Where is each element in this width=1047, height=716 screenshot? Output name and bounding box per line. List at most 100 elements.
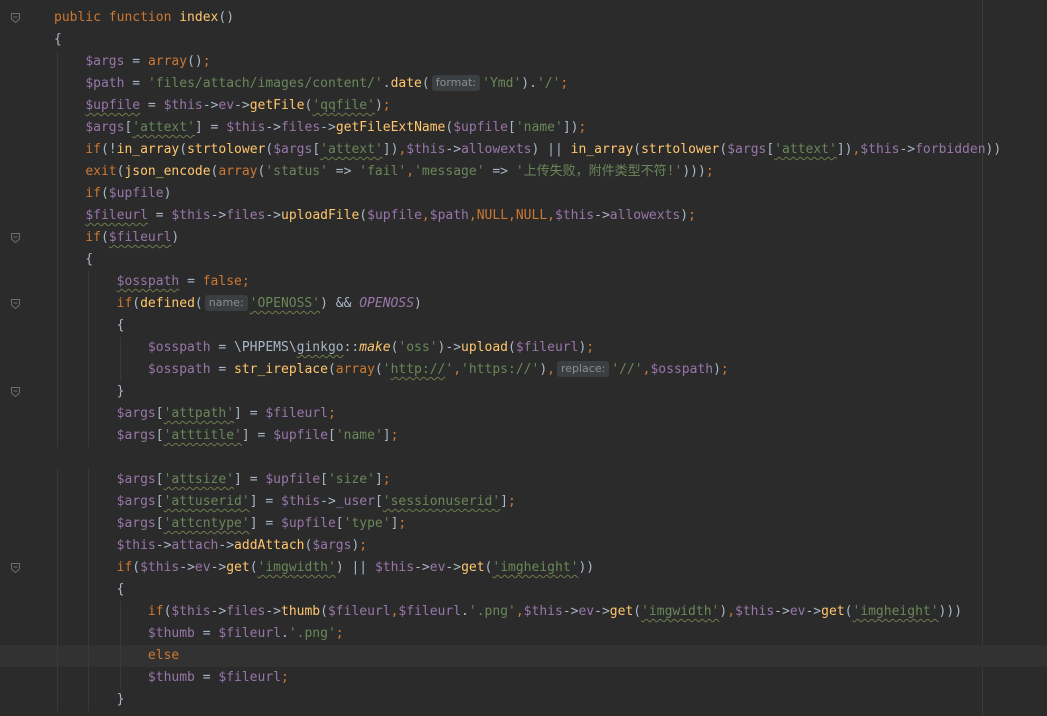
code-token: attach	[171, 538, 219, 553]
code-token: (	[194, 296, 203, 311]
code-line[interactable]: $thumb = $fileurl.'.png';	[0, 623, 1047, 645]
code-line[interactable]: $args['attpath'] = $fileurl;	[0, 403, 1047, 425]
code-text: {	[54, 579, 125, 601]
code-token: ev	[429, 560, 446, 575]
code-token: str_ireplace	[234, 362, 328, 377]
code-token: ;	[508, 494, 516, 509]
fold-marker-icon[interactable]	[11, 387, 20, 397]
code-token: =	[140, 98, 164, 113]
code-token: =>	[484, 164, 516, 179]
code-text: if(defined(name: 'OPENOSS') && OPENOSS)	[54, 293, 422, 315]
code-token: $osspath	[116, 274, 180, 289]
code-token: date	[390, 76, 422, 91]
code-token: ;	[578, 120, 587, 135]
code-token: ))	[578, 560, 595, 575]
code-line[interactable]: $this->attach->addAttach($args);	[0, 535, 1047, 557]
code-token: $this	[555, 208, 595, 223]
code-token: (	[100, 230, 109, 245]
code-line[interactable]: {	[0, 29, 1047, 51]
code-line[interactable]: if($this->ev->get('imgwidth') || $this->…	[0, 557, 1047, 579]
code-token: ->	[210, 208, 227, 223]
code-token: )	[539, 362, 548, 377]
code-token: (	[508, 340, 516, 355]
code-line[interactable]: $args['attsize'] = $upfile['size'];	[0, 469, 1047, 491]
fold-marker-icon[interactable]	[11, 233, 20, 243]
code-token: ev	[218, 98, 235, 113]
fold-marker-icon[interactable]	[11, 299, 20, 309]
code-token: $args	[727, 142, 767, 157]
fold-marker-icon[interactable]	[11, 13, 20, 23]
code-area[interactable]: public function index(){ $args = array()…	[0, 7, 1047, 711]
code-token: allowexts	[461, 142, 532, 157]
code-line[interactable]: $osspath = false;	[0, 271, 1047, 293]
code-line[interactable]: $args['attext'] = $this->files->getFileE…	[0, 117, 1047, 139]
code-token: in_array	[570, 142, 634, 157]
code-line[interactable]: $args['atttitle'] = $upfile['name'];	[0, 425, 1047, 447]
code-token: =	[210, 362, 235, 377]
code-token: ) ||	[335, 560, 375, 575]
code-token: (	[100, 186, 109, 201]
code-token: $args	[116, 472, 156, 487]
code-line[interactable]	[0, 447, 1047, 469]
code-line[interactable]: {	[0, 315, 1047, 337]
code-editor[interactable]: public function index(){ $args = array()…	[0, 0, 1047, 716]
code-line[interactable]: if($fileurl)	[0, 227, 1047, 249]
code-text: $args['attsize'] = $upfile['size'];	[54, 469, 391, 491]
code-token: $osspath	[650, 362, 714, 377]
code-token: (	[359, 208, 368, 223]
code-line[interactable]: }	[0, 381, 1047, 403]
code-token: 'name'	[335, 428, 383, 443]
code-line[interactable]: {	[0, 249, 1047, 271]
code-line[interactable]: $args['attcntype'] = $upfile['type'];	[0, 513, 1047, 535]
code-token: if	[85, 186, 101, 201]
code-line[interactable]: exit(json_encode(array('status' => 'fail…	[0, 161, 1047, 183]
code-token: 'attpath'	[163, 406, 235, 421]
code-token: public function	[54, 10, 180, 25]
code-line[interactable]: $args = array();	[0, 51, 1047, 73]
code-token: (	[249, 560, 258, 575]
code-line[interactable]: public function index()	[0, 7, 1047, 29]
code-line[interactable]: $path = 'files/attach/images/content/'.d…	[0, 73, 1047, 95]
code-token: $this	[860, 142, 900, 157]
code-line[interactable]: if(!in_array(strtolower($args['attext'])…	[0, 139, 1047, 161]
code-text: $thumb = $fileurl.'.png';	[54, 623, 344, 645]
parameter-hint: format:	[431, 75, 481, 91]
code-line[interactable]: $upfile = $this->ev->getFile('qqfile');	[0, 95, 1047, 117]
code-token: ;	[382, 472, 391, 487]
code-line[interactable]: else	[0, 645, 1047, 667]
code-token: ]	[500, 494, 508, 509]
code-line[interactable]: $fileurl = $this->files->uploadFile($upf…	[0, 205, 1047, 227]
code-line[interactable]: $args['attuserid'] = $this->_user['sessi…	[0, 491, 1047, 513]
code-line[interactable]: $osspath = str_ireplace(array('http://',…	[0, 359, 1047, 381]
code-token: '/'	[536, 76, 561, 91]
code-line[interactable]: if($this->files->thumb($fileurl,$fileurl…	[0, 601, 1047, 623]
code-line[interactable]: if(defined(name: 'OPENOSS') && OPENOSS)	[0, 293, 1047, 315]
code-token: if	[85, 230, 101, 245]
code-token: 'Ymd'	[482, 76, 522, 91]
code-token: ev	[194, 560, 211, 575]
code-line[interactable]: {	[0, 579, 1047, 601]
code-text: if(!in_array(strtolower($args['attext'])…	[54, 139, 1001, 161]
code-token: getFileExtName	[335, 120, 446, 135]
code-token: (	[374, 362, 383, 377]
code-token: if	[116, 560, 133, 575]
fold-marker-icon[interactable]	[11, 563, 20, 573]
code-token: [	[508, 120, 516, 135]
code-line[interactable]: if($upfile)	[0, 183, 1047, 205]
code-token: $path	[85, 76, 125, 91]
code-token: ,	[468, 208, 477, 223]
code-line[interactable]: $thumb = $fileurl;	[0, 667, 1047, 689]
code-token: [	[320, 472, 328, 487]
code-token: {	[54, 252, 94, 267]
code-token: $args	[273, 142, 313, 157]
code-line[interactable]: }	[0, 689, 1047, 711]
code-token: (	[633, 142, 642, 157]
code-line[interactable]: $osspath = \PHPEMS\ginkgo::make ('oss')->…	[0, 337, 1047, 359]
